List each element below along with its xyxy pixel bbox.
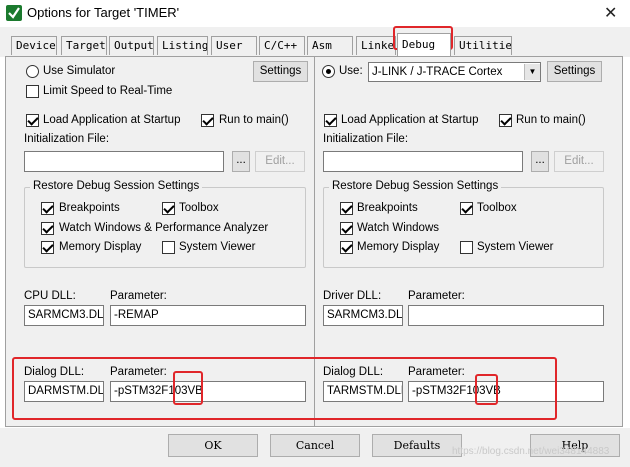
left-init-file-label: Initialization File: (24, 133, 110, 145)
ok-button[interactable]: OK (168, 434, 258, 457)
limit-speed-checkbox[interactable] (26, 85, 39, 98)
driver-param-input[interactable] (408, 305, 604, 326)
tab-debug[interactable]: Debug (397, 33, 451, 56)
left-breakpoints-label: Breakpoints (59, 202, 120, 214)
left-load-app-checkbox[interactable] (26, 114, 39, 127)
left-load-app-label: Load Application at Startup (43, 114, 181, 126)
driver-dll-label: Driver DLL: (323, 290, 382, 302)
use-simulator-label: Use Simulator (43, 65, 116, 77)
left-breakpoints-checkbox[interactable] (41, 202, 54, 215)
defaults-button[interactable]: Defaults (372, 434, 462, 457)
right-toolbox-label: Toolbox (477, 202, 517, 214)
right-edit-button: Edit... (554, 151, 604, 172)
limit-speed-label: Limit Speed to Real-Time (43, 85, 173, 97)
cpu-dll-input[interactable]: SARMCM3.DLL (24, 305, 104, 326)
right-memory-checkbox[interactable] (340, 241, 353, 254)
driver-select[interactable]: J-LINK / J-TRACE Cortex (368, 62, 541, 82)
close-icon[interactable]: ✕ (604, 3, 617, 23)
right-load-app-label: Load Application at Startup (341, 114, 479, 126)
tab-utilities[interactable]: Utilities (454, 36, 512, 55)
use-simulator-radio[interactable] (26, 65, 39, 78)
chevron-down-icon[interactable]: ▼ (524, 64, 540, 80)
right-system-viewer-checkbox[interactable] (460, 241, 473, 254)
left-run-to-main-checkbox[interactable] (201, 114, 214, 127)
use-driver-label: Use: (339, 65, 363, 77)
tab-linker[interactable]: Linker (356, 36, 396, 55)
right-restore-title: Restore Debug Session Settings (329, 180, 502, 192)
left-toolbox-label: Toolbox (179, 202, 219, 214)
left-system-viewer-label: System Viewer (179, 241, 256, 253)
cpu-param-input[interactable]: -REMAP (110, 305, 306, 326)
right-system-viewer-label: System Viewer (477, 241, 554, 253)
left-restore-title: Restore Debug Session Settings (30, 180, 203, 192)
left-watch-checkbox[interactable] (41, 222, 54, 235)
tab-device[interactable]: Device (11, 36, 57, 55)
use-driver-radio[interactable] (322, 65, 335, 78)
tab-output[interactable]: Output (109, 36, 154, 55)
left-memory-checkbox[interactable] (41, 241, 54, 254)
left-toolbox-checkbox[interactable] (162, 202, 175, 215)
right-breakpoints-checkbox[interactable] (340, 202, 353, 215)
right-load-app-checkbox[interactable] (324, 114, 337, 127)
tab-asm[interactable]: Asm (307, 36, 353, 55)
right-run-to-main-checkbox[interactable] (499, 114, 512, 127)
watermark-text: https://blog.csdn.net/wei348144883 (452, 446, 610, 457)
right-browse-button[interactable]: ... (531, 151, 549, 172)
left-edit-button: Edit... (255, 151, 305, 172)
right-toolbox-checkbox[interactable] (460, 202, 473, 215)
left-watch-label: Watch Windows & Performance Analyzer (59, 222, 269, 234)
right-watch-label: Watch Windows (357, 222, 440, 234)
right-init-file-label: Initialization File: (323, 133, 409, 145)
left-browse-button[interactable]: ... (232, 151, 250, 172)
driver-select-value: J-LINK / J-TRACE Cortex (372, 66, 503, 78)
cancel-button[interactable]: Cancel (270, 434, 360, 457)
tab-cc[interactable]: C/C++ (259, 36, 305, 55)
title-bar: Options for Target 'TIMER' ✕ (0, 0, 630, 27)
tab-user[interactable]: User (211, 36, 257, 55)
right-memory-label: Memory Display (357, 241, 440, 253)
cpu-param-label: Parameter: (110, 290, 167, 302)
left-init-file-input[interactable] (24, 151, 224, 172)
window-title: Options for Target 'TIMER' (27, 5, 180, 20)
left-settings-button[interactable]: Settings (253, 61, 308, 82)
right-vb-highlight (475, 374, 498, 405)
left-run-to-main-label: Run to main() (219, 114, 289, 126)
tab-strip: Device Target Output Listing User C/C++ … (0, 27, 630, 57)
right-run-to-main-label: Run to main() (516, 114, 586, 126)
tab-target[interactable]: Target (61, 36, 107, 55)
left-system-viewer-checkbox[interactable] (162, 241, 175, 254)
left-vb-highlight (173, 371, 203, 405)
driver-param-label: Parameter: (408, 290, 465, 302)
tab-listing[interactable]: Listing (157, 36, 208, 55)
right-settings-button[interactable]: Settings (547, 61, 602, 82)
right-watch-checkbox[interactable] (340, 222, 353, 235)
right-init-file-input[interactable] (323, 151, 523, 172)
keil-app-icon (6, 5, 22, 21)
left-memory-label: Memory Display (59, 241, 142, 253)
cpu-dll-label: CPU DLL: (24, 290, 76, 302)
right-breakpoints-label: Breakpoints (357, 202, 418, 214)
driver-dll-input[interactable]: SARMCM3.DLL (323, 305, 403, 326)
